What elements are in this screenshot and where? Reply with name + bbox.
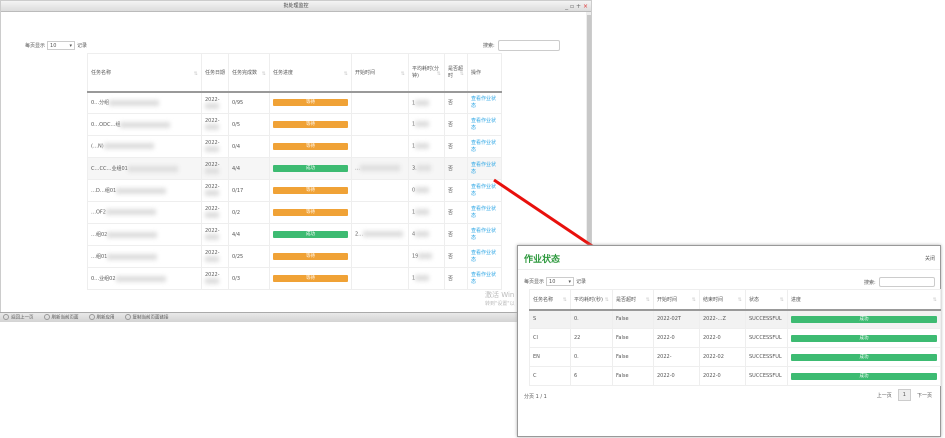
- job-cell-timeout-text: False: [616, 373, 629, 379]
- job-cell-start: 2022-0: [653, 328, 700, 348]
- sort-icon: ⇅: [562, 297, 567, 303]
- job-cell-name: C: [529, 366, 571, 386]
- job-cell-start-text: 2022-0: [657, 373, 675, 379]
- job-column-header[interactable]: 是否超时 ⇅: [612, 289, 654, 311]
- job-cell-name-text: C: [533, 373, 537, 379]
- job-cell-start-text: 2022-02T: [657, 316, 681, 323]
- job-cell-start: 2022-02T: [653, 309, 700, 329]
- job-cell-start-text: 2022-0: [657, 335, 675, 341]
- job-cell-avg: 0.: [570, 309, 613, 329]
- sort-icon: ⇅: [932, 297, 937, 303]
- job-cell-avg-text: 0.: [574, 316, 579, 323]
- chevron-down-icon: ▾: [568, 279, 572, 285]
- job-cell-name-text: Cl: [533, 335, 538, 341]
- prev-page-button[interactable]: 上一页: [877, 392, 892, 399]
- job-column-header[interactable]: 任务名称 ⇅: [529, 289, 571, 311]
- job-cell-name: S: [529, 309, 571, 329]
- modal-length-suffix: 记录: [576, 279, 587, 285]
- sort-icon: ⇅: [604, 297, 609, 303]
- job-column-header[interactable]: 结束时间 ⇅: [699, 289, 746, 311]
- modal-search-input[interactable]: [878, 277, 935, 287]
- job-row: S 0. False 2022-02T 2022-…Z SUCCESSFUL 成功: [529, 309, 941, 329]
- job-column-header[interactable]: 开始时间 ⇅: [653, 289, 700, 311]
- job-column-header-label: 平均耗时(秒): [574, 296, 603, 303]
- sort-icon: ⇅: [691, 297, 696, 303]
- modal-search-label: 搜索:: [864, 279, 876, 286]
- job-cell-name: Cl: [529, 328, 571, 348]
- modal-page-length-select[interactable]: 10 ▾: [546, 277, 575, 286]
- job-cell-end: 2022-0: [699, 328, 746, 348]
- job-cell-name-text: EN: [533, 354, 540, 360]
- job-cell-state-text: SUCCESSFUL: [749, 316, 782, 323]
- job-table: 任务名称 ⇅ 平均耗时(秒) ⇅ 是否超时 ⇅ 开始时间 ⇅ 结束时间 ⇅ 状态 ⇅ 进度 ⇅ S 0. Fa…: [529, 289, 941, 386]
- job-cell-progress: 成功: [787, 347, 941, 367]
- job-cell-end: 2022-…Z: [699, 309, 746, 329]
- job-cell-state-text: SUCCESSFUL: [749, 335, 782, 341]
- job-cell-end-text: 2022-0: [703, 335, 721, 341]
- sort-icon: ⇅: [645, 297, 650, 303]
- modal-close-button[interactable]: 关闭: [925, 255, 935, 262]
- job-row: EN 0. False 2022- 2022-02 SUCCESSFUL 成功: [529, 347, 941, 367]
- job-cell-timeout-text: False: [616, 354, 629, 360]
- next-page-button[interactable]: 下一页: [917, 392, 932, 399]
- job-progress-bar: 成功: [791, 334, 937, 342]
- job-cell-end-text: 2022-…Z: [703, 316, 726, 323]
- job-column-header-label: 结束时间: [703, 296, 724, 303]
- job-cell-timeout-text: False: [616, 335, 629, 341]
- job-column-header[interactable]: 状态 ⇅: [745, 289, 788, 311]
- job-progress-bar: 成功: [791, 315, 937, 323]
- job-cell-start: 2022-: [653, 347, 700, 367]
- job-cell-avg-text: 22: [574, 335, 581, 341]
- job-column-header-label: 任务名称: [533, 296, 554, 303]
- job-cell-end-text: 2022-0: [703, 373, 721, 379]
- job-cell-name: EN: [529, 347, 571, 367]
- job-cell-timeout: False: [612, 309, 654, 329]
- job-cell-timeout: False: [612, 328, 654, 348]
- job-column-header-label: 进度: [791, 296, 802, 303]
- job-cell-state: SUCCESSFUL: [745, 328, 788, 348]
- job-cell-state: SUCCESSFUL: [745, 366, 788, 386]
- job-cell-state-text: SUCCESSFUL: [749, 373, 782, 379]
- job-cell-timeout: False: [612, 366, 654, 386]
- job-cell-end: 2022-0: [699, 366, 746, 386]
- job-cell-state: SUCCESSFUL: [745, 309, 788, 329]
- job-column-header-label: 状态: [749, 296, 760, 303]
- pagination: 上一页 1 下一页: [877, 389, 932, 401]
- job-cell-avg: 0.: [570, 347, 613, 367]
- job-cell-avg-text: 0.: [574, 354, 579, 360]
- modal-search: 搜索:: [864, 277, 935, 287]
- modal-page-length: 每页显示 10 ▾ 记录: [524, 277, 586, 286]
- job-cell-progress: 成功: [787, 309, 941, 329]
- job-cell-start: 2022-0: [653, 366, 700, 386]
- job-cell-name-text: S: [533, 316, 537, 323]
- modal-length-prefix: 每页显示: [524, 279, 545, 285]
- page-1-button[interactable]: 1: [897, 389, 911, 401]
- job-cell-avg-text: 6: [574, 373, 578, 379]
- job-column-header[interactable]: 进度 ⇅: [787, 289, 941, 311]
- job-cell-start-text: 2022-: [657, 354, 672, 360]
- job-column-header-label: 是否超时: [616, 296, 637, 303]
- job-cell-avg: 6: [570, 366, 613, 386]
- job-row: Cl 22 False 2022-0 2022-0 SUCCESSFUL 成功: [529, 328, 941, 348]
- sort-icon: ⇅: [779, 297, 784, 303]
- job-cell-avg: 22: [570, 328, 613, 348]
- job-cell-timeout-text: False: [616, 316, 629, 323]
- job-cell-progress: 成功: [787, 366, 941, 386]
- job-cell-timeout: False: [612, 347, 654, 367]
- modal-page-length-value: 10: [549, 279, 556, 285]
- job-column-header[interactable]: 平均耗时(秒) ⇅: [570, 289, 613, 311]
- job-cell-state: SUCCESSFUL: [745, 347, 788, 367]
- job-cell-progress: 成功: [787, 328, 941, 348]
- job-cell-end: 2022-02: [699, 347, 746, 367]
- job-row: C 6 False 2022-0 2022-0 SUCCESSFUL 成功: [529, 366, 941, 386]
- job-cell-state-text: SUCCESSFUL: [749, 354, 782, 360]
- job-status-modal: 作业状态 关闭 每页显示 10 ▾ 记录 搜索: 任务名称 ⇅ 平均耗时(秒) ⇅ 是否超…: [517, 245, 941, 437]
- job-cell-end-text: 2022-02: [703, 354, 724, 360]
- modal-title: 作业状态: [524, 255, 561, 265]
- job-column-header-label: 开始时间: [657, 296, 678, 303]
- job-progress-bar: 成功: [791, 353, 937, 361]
- sort-icon: ⇅: [737, 297, 742, 303]
- modal-page-info: 分页 1 / 1: [524, 394, 547, 400]
- job-progress-bar: 成功: [791, 372, 937, 380]
